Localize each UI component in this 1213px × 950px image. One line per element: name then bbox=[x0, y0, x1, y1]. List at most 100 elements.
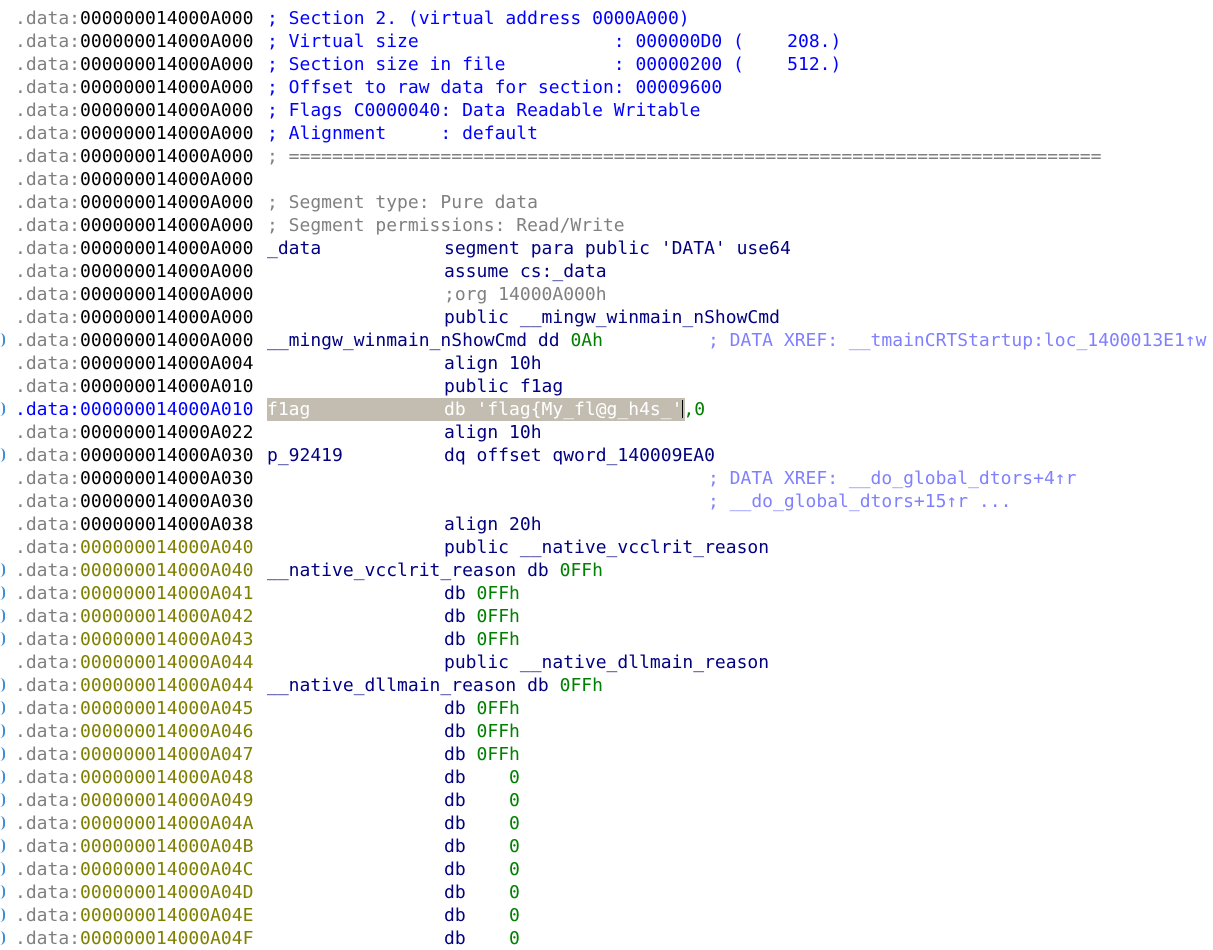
address[interactable]: .data:000000014000A041 bbox=[15, 582, 253, 605]
listing-line[interactable]: .data:000000014000A038 align 20h bbox=[0, 513, 1213, 536]
listing-line[interactable]: .data:000000014000A004 align 10h bbox=[0, 352, 1213, 375]
listing-line[interactable]: .data:000000014000A044 __native_dllmain_r… bbox=[0, 674, 1213, 697]
address[interactable]: .data:000000014000A040 bbox=[15, 536, 253, 559]
address[interactable]: .data:000000014000A038 bbox=[15, 513, 253, 536]
address[interactable]: .data:000000014000A048 bbox=[15, 766, 253, 789]
listing-line[interactable]: .data:000000014000A046 db 0FFh bbox=[0, 720, 1213, 743]
label-name[interactable]: __native_vcclrit_reason db 0FFh bbox=[267, 559, 603, 582]
instruction[interactable]: db 0 bbox=[444, 927, 520, 950]
instruction[interactable]: align 20h bbox=[444, 513, 542, 536]
instruction[interactable]: db 0FFh bbox=[444, 628, 520, 651]
address[interactable]: .data:000000014000A040 bbox=[15, 559, 253, 582]
listing-line[interactable]: .data:000000014000A000 _data segment para … bbox=[0, 237, 1213, 260]
label-name[interactable]: f1ag bbox=[267, 398, 310, 421]
address[interactable]: .data:000000014000A000 bbox=[15, 237, 253, 260]
address[interactable]: .data:000000014000A000 bbox=[15, 214, 253, 237]
instruction[interactable]: dq offset qword_140009EA0 bbox=[444, 444, 715, 467]
instruction[interactable]: db 0 bbox=[444, 904, 520, 927]
xref-comment[interactable]: ; __do_global_dtors+15↑r ... bbox=[708, 490, 1011, 513]
address[interactable]: .data:000000014000A049 bbox=[15, 789, 253, 812]
listing-line[interactable]: .data:000000014000A000 ; Section size in … bbox=[0, 53, 1213, 76]
instruction[interactable]: db 0 bbox=[444, 858, 520, 881]
address[interactable]: .data:000000014000A044 bbox=[15, 674, 253, 697]
listing-line[interactable]: .data:000000014000A030 ; __do_global_dtor… bbox=[0, 490, 1213, 513]
listing-line[interactable]: .data:000000014000A040 __native_vcclrit_r… bbox=[0, 559, 1213, 582]
label-name[interactable]: p_92419 bbox=[267, 444, 343, 467]
address[interactable]: .data:000000014000A000 bbox=[15, 99, 253, 122]
listing-line[interactable]: .data:000000014000A000 bbox=[0, 168, 1213, 191]
listing-line[interactable]: .data:000000014000A010 public f1ag bbox=[0, 375, 1213, 398]
address[interactable]: .data:000000014000A044 bbox=[15, 651, 253, 674]
label-name[interactable]: ; Section 2. (virtual address 0000A000) bbox=[267, 7, 690, 30]
address[interactable]: .data:000000014000A030 bbox=[15, 467, 253, 490]
instruction[interactable]: db 0FFh bbox=[444, 582, 520, 605]
xref-comment[interactable]: ; DATA XREF: __do_global_dtors+4↑r bbox=[708, 467, 1076, 490]
xref-comment[interactable]: ; DATA XREF: __tmainCRTStartup:loc_14000… bbox=[708, 329, 1207, 352]
address[interactable]: .data:000000014000A000 bbox=[15, 191, 253, 214]
address[interactable]: .data:000000014000A046 bbox=[15, 720, 253, 743]
listing-line[interactable]: .data:000000014000A040 public __native_vc… bbox=[0, 536, 1213, 559]
instruction[interactable]: db 0 bbox=[444, 766, 520, 789]
address[interactable]: .data:000000014000A000 bbox=[15, 168, 253, 191]
instruction[interactable]: db 0 bbox=[444, 881, 520, 904]
label-name[interactable]: ; Section size in file : 00000200 ( 512.… bbox=[267, 53, 841, 76]
address[interactable]: .data:000000014000A047 bbox=[15, 743, 253, 766]
instruction[interactable]: db 0FFh bbox=[444, 743, 520, 766]
instruction[interactable]: public __native_dllmain_reason bbox=[444, 651, 769, 674]
instruction[interactable]: db 0FFh bbox=[444, 697, 520, 720]
listing-line[interactable]: .data:000000014000A000 __mingw_winmain_nS… bbox=[0, 329, 1213, 352]
listing-line[interactable]: .data:000000014000A041 db 0FFh bbox=[0, 582, 1213, 605]
instruction[interactable]: assume cs:_data bbox=[444, 260, 607, 283]
address[interactable]: .data:000000014000A000 bbox=[15, 7, 253, 30]
listing-line[interactable]: .data:000000014000A04F db 0 bbox=[0, 927, 1213, 950]
listing-line[interactable]: .data:000000014000A04E db 0 bbox=[0, 904, 1213, 927]
address[interactable]: .data:000000014000A042 bbox=[15, 605, 253, 628]
instruction[interactable]: db 0 bbox=[444, 789, 520, 812]
listing-line[interactable]: .data:000000014000A04D db 0 bbox=[0, 881, 1213, 904]
listing-line[interactable]: .data:000000014000A000 ; Offset to raw da… bbox=[0, 76, 1213, 99]
address[interactable]: .data:000000014000A000 bbox=[15, 329, 253, 352]
address[interactable]: .data:000000014000A000 bbox=[15, 53, 253, 76]
address[interactable]: .data:000000014000A022 bbox=[15, 421, 253, 444]
address[interactable]: .data:000000014000A000 bbox=[15, 122, 253, 145]
listing-line[interactable]: .data:000000014000A000 ; Section 2. (virt… bbox=[0, 7, 1213, 30]
listing-line[interactable]: .data:000000014000A047 db 0FFh bbox=[0, 743, 1213, 766]
listing-line[interactable]: .data:000000014000A030 ; DATA XREF: __do_… bbox=[0, 467, 1213, 490]
label-name[interactable]: ; Flags C0000040: Data Readable Writable bbox=[267, 99, 700, 122]
instruction[interactable]: db 0 bbox=[444, 835, 520, 858]
listing-line[interactable]: .data:000000014000A000 ; Virtual size : 0… bbox=[0, 30, 1213, 53]
address[interactable]: .data:000000014000A04A bbox=[15, 812, 253, 835]
listing-line[interactable]: .data:000000014000A000 ; Alignment : defa… bbox=[0, 122, 1213, 145]
address[interactable]: .data:000000014000A04B bbox=[15, 835, 253, 858]
listing-line[interactable]: .data:000000014000A042 db 0FFh bbox=[0, 605, 1213, 628]
label-name[interactable]: _data bbox=[267, 237, 321, 260]
address[interactable]: .data:000000014000A000 bbox=[15, 145, 253, 168]
address[interactable]: .data:000000014000A030 bbox=[15, 490, 253, 513]
label-name[interactable]: ; Segment type: Pure data bbox=[267, 191, 538, 214]
listing-line[interactable]: .data:000000014000A04B db 0 bbox=[0, 835, 1213, 858]
instruction[interactable]: db 'flag{My_fl@g_h4s_',0 bbox=[444, 398, 705, 421]
listing-line[interactable]: .data:000000014000A000 ; Segment type: Pu… bbox=[0, 191, 1213, 214]
listing-line[interactable]: .data:000000014000A000 ; ================… bbox=[0, 145, 1213, 168]
address[interactable]: .data:000000014000A010 bbox=[15, 375, 253, 398]
address[interactable]: .data:000000014000A043 bbox=[15, 628, 253, 651]
address[interactable]: .data:000000014000A000 bbox=[15, 76, 253, 99]
address[interactable]: .data:000000014000A030 bbox=[15, 444, 253, 467]
label-name[interactable]: __native_dllmain_reason db 0FFh bbox=[267, 674, 603, 697]
address[interactable]: .data:000000014000A000 bbox=[15, 260, 253, 283]
listing-line[interactable]: .data:000000014000A000 ; Flags C0000040: … bbox=[0, 99, 1213, 122]
listing-line[interactable]: .data:000000014000A000 ;org 14000A000h bbox=[0, 283, 1213, 306]
label-name[interactable]: ; Offset to raw data for section: 000096… bbox=[267, 76, 722, 99]
address[interactable]: .data:000000014000A04D bbox=[15, 881, 253, 904]
listing-line[interactable]: .data:000000014000A044 public __native_dl… bbox=[0, 651, 1213, 674]
listing-line[interactable]: .data:000000014000A049 db 0 bbox=[0, 789, 1213, 812]
instruction[interactable]: db 0FFh bbox=[444, 605, 520, 628]
listing-line[interactable]: .data:000000014000A010 f1ag db 'flag{My_fl… bbox=[0, 398, 1213, 421]
listing-line[interactable]: .data:000000014000A04A db 0 bbox=[0, 812, 1213, 835]
address[interactable]: .data:000000014000A000 bbox=[15, 283, 253, 306]
label-name[interactable]: ; Segment permissions: Read/Write bbox=[267, 214, 625, 237]
listing-line[interactable]: .data:000000014000A000 public __mingw_win… bbox=[0, 306, 1213, 329]
address[interactable]: .data:000000014000A045 bbox=[15, 697, 253, 720]
address[interactable]: .data:000000014000A004 bbox=[15, 352, 253, 375]
listing-line[interactable]: .data:000000014000A048 db 0 bbox=[0, 766, 1213, 789]
